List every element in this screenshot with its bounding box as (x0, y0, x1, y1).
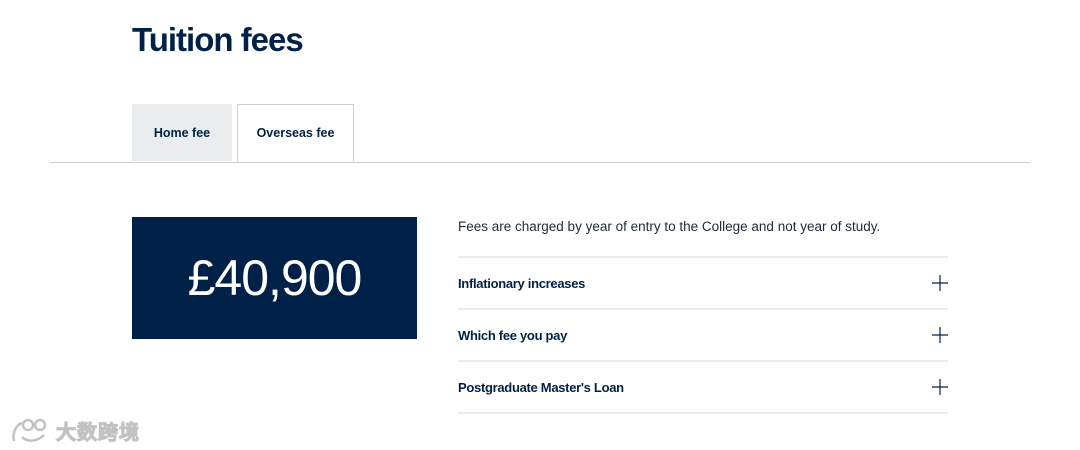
page: Tuition fees Home fee Overseas fee £40,9… (0, 0, 1080, 450)
plus-icon[interactable] (932, 327, 948, 343)
accordion-item-which-fee-you-pay[interactable]: Which fee you pay (458, 310, 948, 362)
accordion-label: Which fee you pay (458, 327, 568, 343)
accordion-label: Inflationary increases (458, 275, 586, 291)
fee-amount-panel: £40,900 (132, 217, 417, 339)
plus-icon[interactable] (932, 275, 948, 291)
fee-info-accordion: Inflationary increases Which fee you pay… (458, 256, 948, 414)
page-title: Tuition fees (132, 21, 304, 58)
plus-icon[interactable] (932, 379, 948, 395)
accordion-label: Postgraduate Master's Loan (458, 379, 624, 395)
watermark: 大数跨境 (10, 416, 140, 445)
tab-home-fee[interactable]: Home fee (132, 104, 232, 161)
accordion-item-postgraduate-masters-loan[interactable]: Postgraduate Master's Loan (458, 362, 948, 414)
watermark-text: 大数跨境 (56, 422, 140, 445)
fee-amount: £40,900 (187, 250, 363, 306)
watermark-logo-icon (10, 417, 50, 445)
accordion-item-inflationary-increases[interactable]: Inflationary increases (458, 258, 948, 310)
fees-note: Fees are charged by year of entry to the… (458, 219, 881, 234)
fee-tabs: Home fee Overseas fee (50, 104, 1030, 163)
tab-overseas-fee[interactable]: Overseas fee (237, 104, 354, 162)
